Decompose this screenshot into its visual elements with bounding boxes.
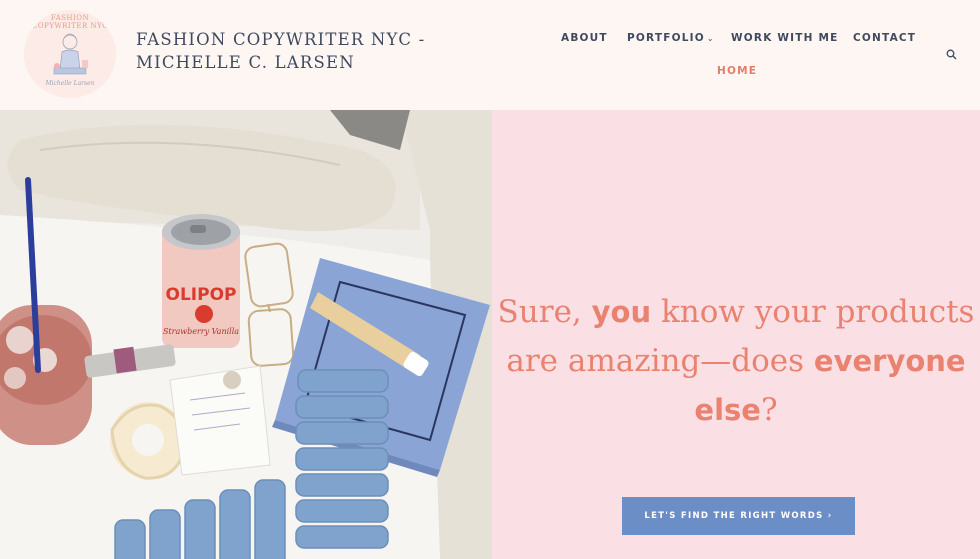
can-flavor-text: Strawberry Vanilla xyxy=(163,327,239,336)
headline-emphasis-you: you xyxy=(591,295,652,329)
nav-contact[interactable]: CONTACT xyxy=(853,32,916,44)
nav-home[interactable]: HOME xyxy=(717,65,757,77)
site-logo[interactable]: FASHION COPYWRITER NYC Michelle Larsen xyxy=(24,10,116,98)
search-icon[interactable] xyxy=(946,49,957,60)
site-title[interactable]: FASHION COPYWRITER NYC - MICHELLE C. LAR… xyxy=(136,28,536,74)
nav-about[interactable]: ABOUT xyxy=(561,32,608,44)
hero-panel: Sure, you know your products are amazing… xyxy=(492,110,980,559)
hero-image: OLIPOP Strawberry Vanilla xyxy=(0,110,492,559)
hero-headline: Sure, you know your products are amazing… xyxy=(492,288,980,435)
headline-part-5: ? xyxy=(760,392,778,428)
nav-portfolio[interactable]: PORTFOLIO ⌄ xyxy=(627,32,715,44)
headline-part-1: Sure, xyxy=(497,294,592,330)
site-header: FASHION COPYWRITER NYC Michelle Larsen F… xyxy=(0,0,980,110)
logo-signature: Michelle Larsen xyxy=(45,80,95,87)
chevron-down-icon: ⌄ xyxy=(706,34,715,43)
can-brand-text: OLIPOP xyxy=(166,285,237,305)
nav-work-with-me[interactable]: WORK WITH ME xyxy=(731,32,839,44)
soda-can: OLIPOP Strawberry Vanilla xyxy=(162,214,240,348)
cta-button[interactable]: LET'S FIND THE RIGHT WORDS › xyxy=(622,497,855,535)
receipt xyxy=(169,365,271,476)
nav-portfolio-label: PORTFOLIO xyxy=(627,32,705,44)
